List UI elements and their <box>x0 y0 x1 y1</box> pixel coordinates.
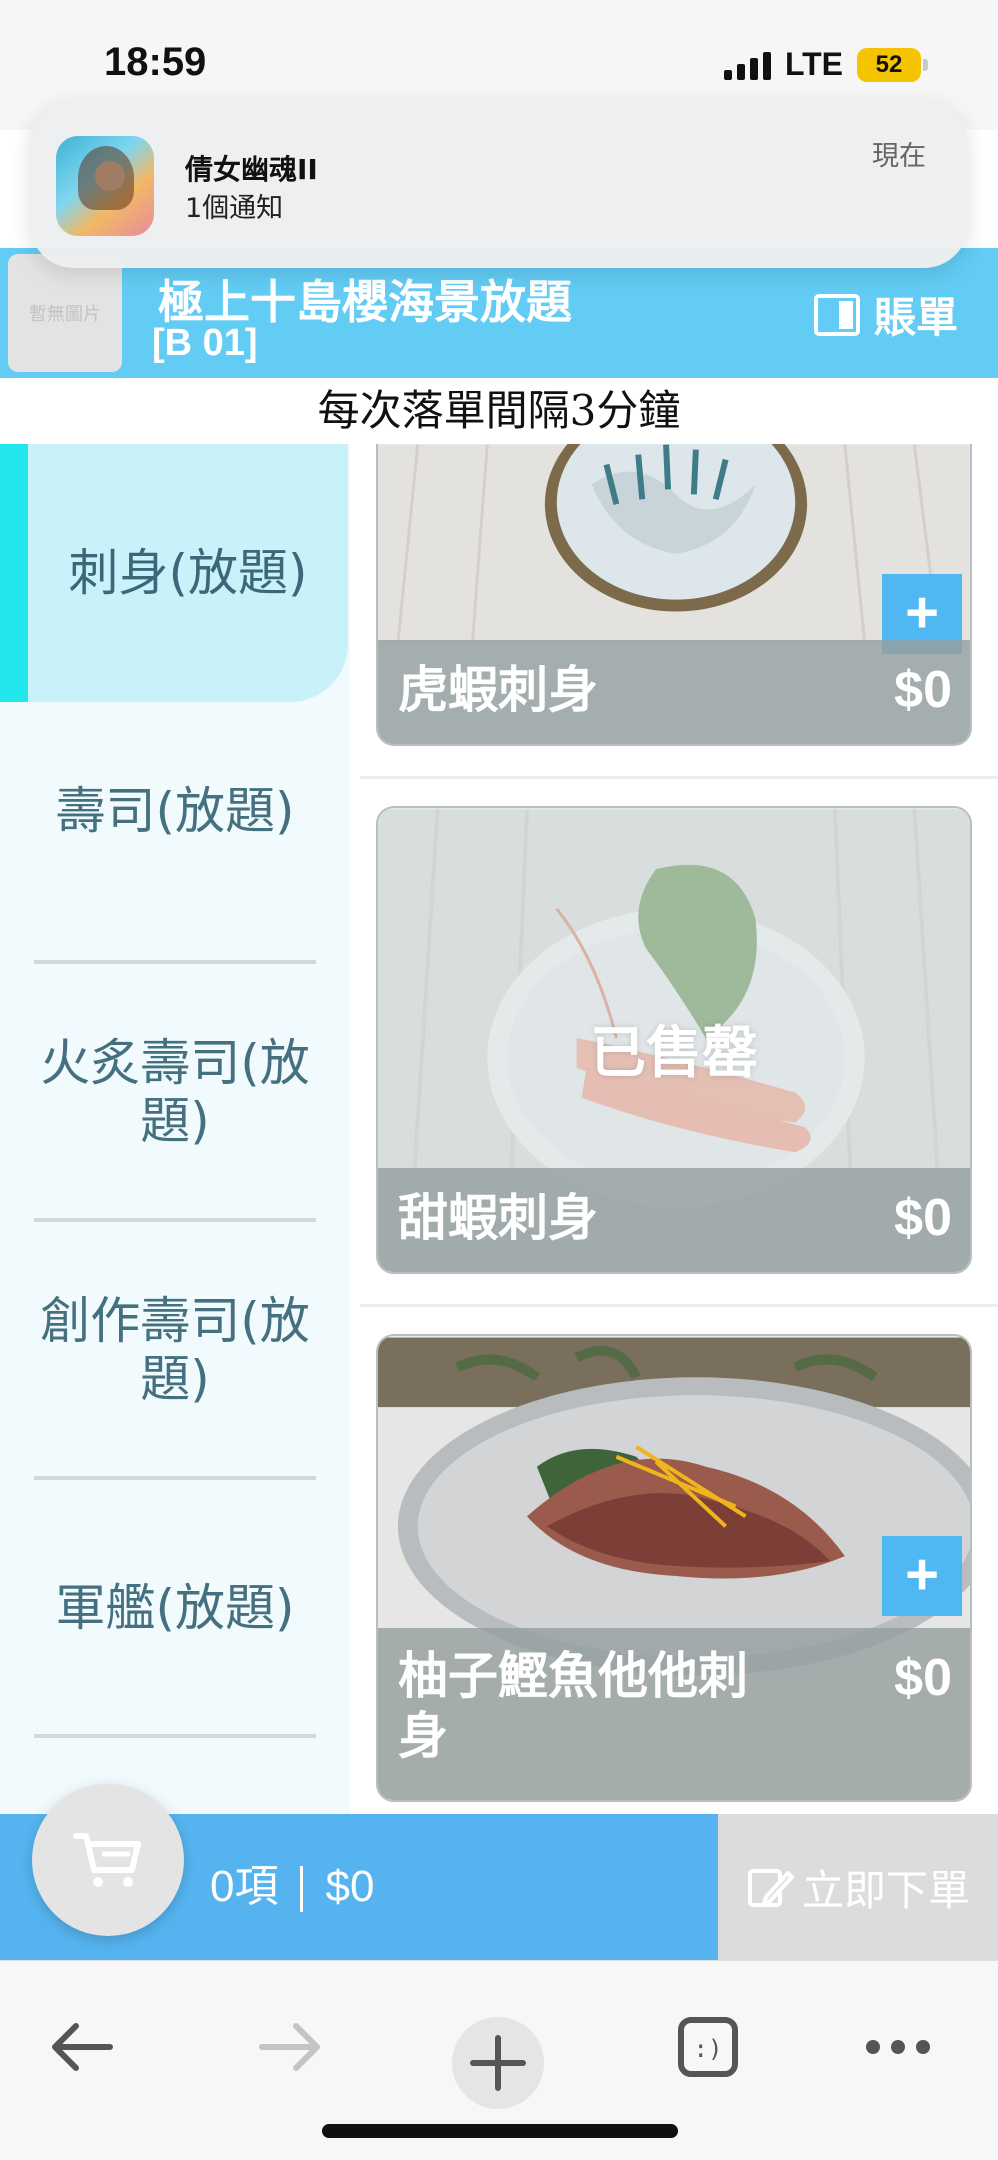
category-item-creative-sushi[interactable]: 創作壽司(放題) <box>0 1222 350 1478</box>
category-item-gunkan[interactable]: 軍艦(放題) <box>0 1480 350 1736</box>
cart-button[interactable] <box>32 1784 184 1936</box>
status-indicators: LTE 52 <box>723 46 928 83</box>
product-card[interactable]: + 柚子鰹魚他他刺身 $0 <box>376 1334 972 1802</box>
category-label: 壽司(放題) <box>55 782 295 840</box>
category-label: 刺身(放題) <box>68 544 308 602</box>
category-label: 火炙壽司(放題) <box>40 1034 310 1150</box>
product-card[interactable]: 已售罄 甜蝦刺身 $0 <box>376 806 972 1274</box>
product-price: $0 <box>894 1649 952 1707</box>
summary-divider <box>300 1866 304 1913</box>
notification-time: 現在 <box>872 141 926 172</box>
cart-summary: 0項 $0 <box>210 1814 374 1960</box>
edit-order-icon <box>747 1869 794 1907</box>
category-sidebar: 刺身(放題) 壽司(放題) 火炙壽司(放題) 創作壽司(放題) 軍艦(放題) <box>0 444 350 1814</box>
forward-arrow-icon[interactable] <box>250 2007 330 2087</box>
order-now-label: 立即下單 <box>801 1865 970 1915</box>
product-info-bar: 甜蝦刺身 $0 <box>378 1168 970 1272</box>
battery-level: 52 <box>857 47 921 82</box>
active-category-indicator <box>0 444 28 702</box>
product-card[interactable]: + 虎蝦刺身 $0 <box>376 444 972 746</box>
order-now-button[interactable]: 立即下單 <box>718 1814 998 1960</box>
product-name: 甜蝦刺身 <box>398 1189 598 1247</box>
svg-text::): :) <box>694 2035 723 2063</box>
category-divider <box>34 1734 316 1738</box>
product-info-bar: 柚子鰹魚他他刺身 $0 <box>378 1628 970 1800</box>
list-separator <box>360 776 998 779</box>
bill-label: 賬單 <box>873 293 958 342</box>
category-label: 創作壽司(放題) <box>40 1292 310 1408</box>
more-icon[interactable] <box>858 2007 938 2087</box>
product-price: $0 <box>894 661 952 719</box>
bill-button[interactable]: 賬單 <box>813 284 958 345</box>
notification-banner[interactable]: 倩女幽魂II 1個通知 現在 <box>30 100 968 268</box>
add-to-cart-button[interactable]: + <box>882 1536 962 1616</box>
cart-icon <box>73 1833 141 1887</box>
category-item-sushi[interactable]: 壽司(放題) <box>0 702 350 920</box>
battery-icon: 52 <box>857 47 928 82</box>
category-item-aburi-sushi[interactable]: 火炙壽司(放題) <box>0 964 350 1220</box>
category-label: 軍艦(放題) <box>55 1579 295 1637</box>
signal-icon <box>723 50 771 80</box>
status-time: 18:59 <box>104 40 207 84</box>
table-number: [B 01] <box>152 322 258 364</box>
home-indicator <box>322 2124 678 2138</box>
category-item-sashimi[interactable]: 刺身(放題) <box>28 444 348 702</box>
store-logo-placeholder: 暫無圖片 <box>8 254 122 372</box>
cart-item-count: 0項 <box>210 1862 279 1911</box>
back-arrow-icon[interactable] <box>42 2007 122 2087</box>
cart-total: $0 <box>325 1862 375 1911</box>
network-type: LTE <box>784 46 843 82</box>
bill-icon <box>813 293 860 336</box>
product-price: $0 <box>894 1189 952 1247</box>
notification-message: 1個通知 <box>185 193 284 224</box>
product-info-bar: 虎蝦刺身 $0 <box>378 640 970 744</box>
notification-app-name: 倩女幽魂II <box>185 153 318 186</box>
product-name: 柚子鰹魚他他刺身 <box>398 1647 748 1765</box>
order-interval-notice: 每次落單間隔3分鐘 <box>0 378 998 444</box>
sold-out-label: 已售罄 <box>590 1021 758 1086</box>
game-app-icon <box>56 136 154 236</box>
product-name: 虎蝦刺身 <box>398 661 598 719</box>
list-separator <box>360 1304 998 1307</box>
new-tab-plus-icon[interactable] <box>452 2017 544 2109</box>
no-image-text: 暫無圖片 <box>29 304 101 325</box>
tabs-icon[interactable]: :) <box>668 2007 748 2087</box>
order-bar: 0項 $0 立即下單 <box>0 1784 998 1960</box>
